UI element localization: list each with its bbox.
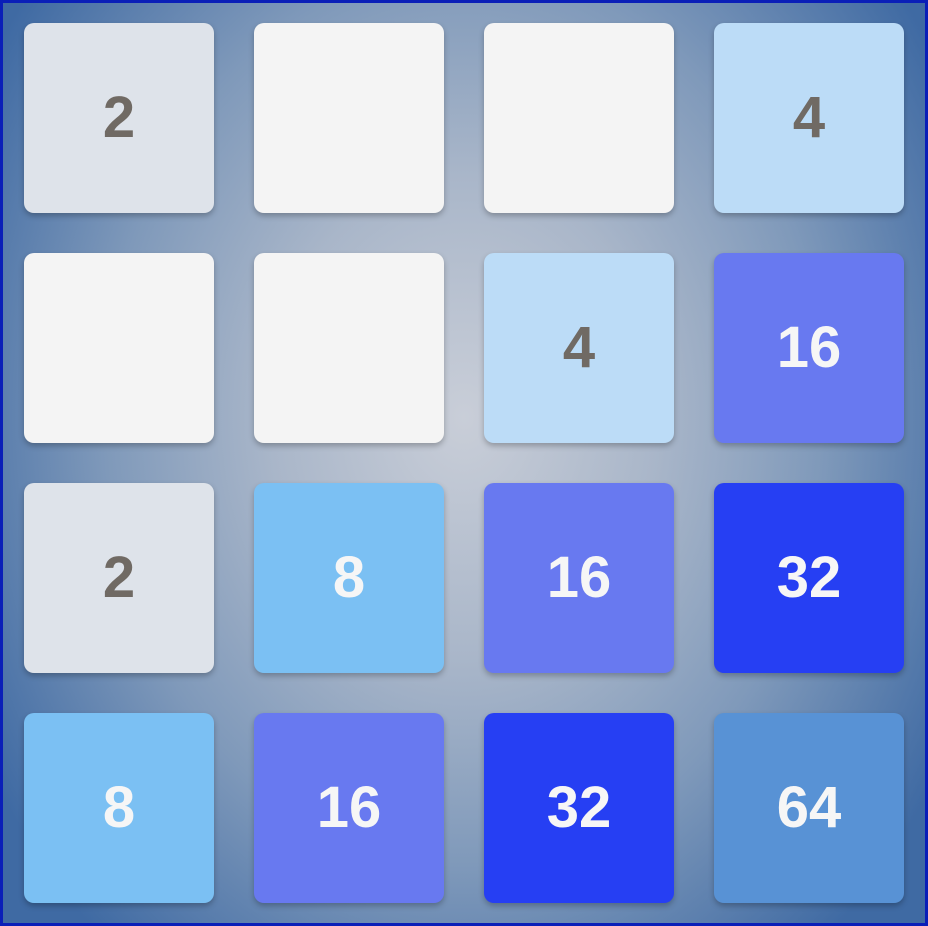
tile-2: 2 xyxy=(24,23,214,213)
tile-value: 8 xyxy=(102,775,136,840)
tile-8: 8 xyxy=(24,713,214,903)
empty-tile xyxy=(254,23,444,213)
tile-value: 32 xyxy=(776,545,842,610)
tile-16: 16 xyxy=(254,713,444,903)
empty-tile xyxy=(24,253,214,443)
tile-value: 32 xyxy=(546,775,612,840)
tile-32: 32 xyxy=(484,713,674,903)
tile-64: 64 xyxy=(714,713,904,903)
tile-8: 8 xyxy=(254,483,444,673)
tile-value: 4 xyxy=(562,315,596,380)
tile-value: 8 xyxy=(332,545,366,610)
empty-tile xyxy=(254,253,444,443)
tile-value: 2 xyxy=(102,85,136,150)
tile-value: 64 xyxy=(776,775,842,840)
tile-16: 16 xyxy=(484,483,674,673)
tile-4: 4 xyxy=(714,23,904,213)
tile-value: 16 xyxy=(316,775,382,840)
tile-2: 2 xyxy=(24,483,214,673)
tile-value: 4 xyxy=(792,85,826,150)
tile-value: 2 xyxy=(102,545,136,610)
empty-tile xyxy=(484,23,674,213)
tile-4: 4 xyxy=(484,253,674,443)
tile-value: 16 xyxy=(776,315,842,380)
game-board[interactable]: 2 4 4 16 2 8 16 32 8 16 32 64 xyxy=(0,0,928,926)
tile-16: 16 xyxy=(714,253,904,443)
tile-value: 16 xyxy=(546,545,612,610)
tile-32: 32 xyxy=(714,483,904,673)
